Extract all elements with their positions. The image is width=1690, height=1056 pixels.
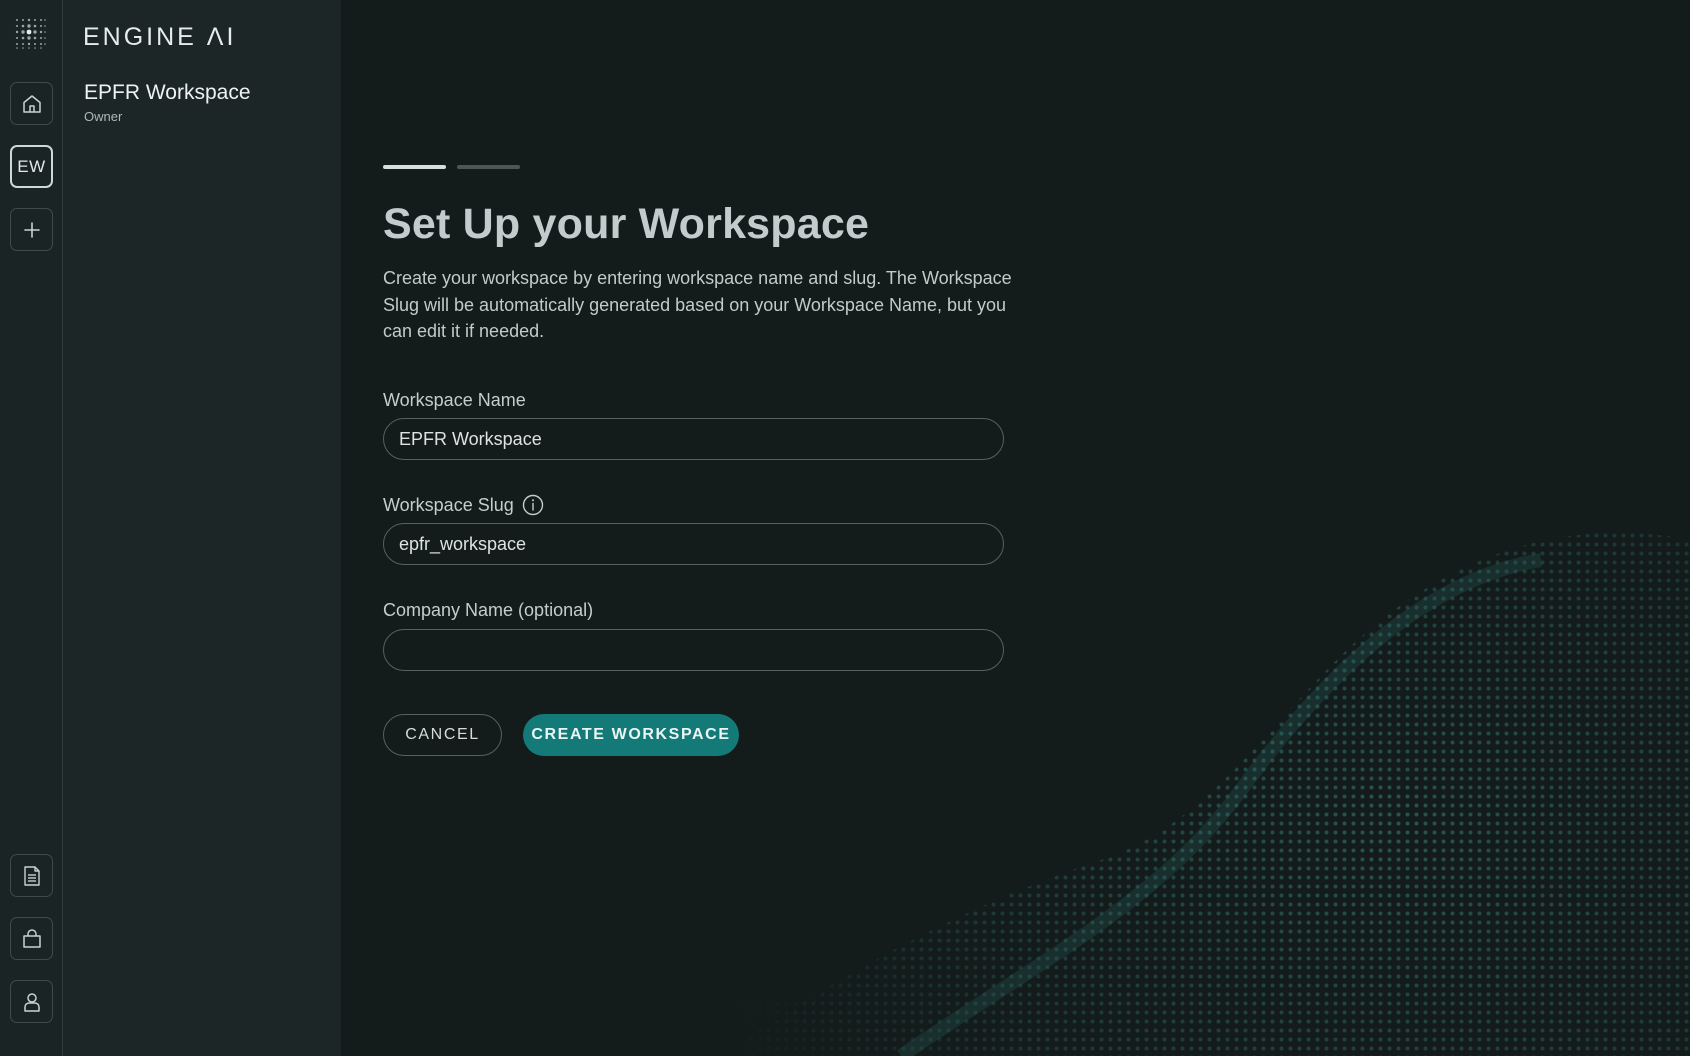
info-icon[interactable] — [522, 494, 544, 516]
page-description: Create your workspace by entering worksp… — [383, 268, 1012, 341]
step-progress — [383, 165, 520, 169]
add-workspace-button[interactable] — [10, 208, 53, 251]
workspace-slug-label: Workspace Slug — [383, 494, 544, 516]
workspace-name-label: Workspace Name — [383, 390, 526, 410]
cancel-button[interactable]: CANCEL — [383, 714, 502, 756]
app-grid-logo-icon[interactable] — [14, 17, 48, 51]
step-2-indicator — [457, 165, 520, 169]
workspace-panel: ENGINE ΛI EPFR Workspace Owner — [63, 0, 341, 1056]
document-icon — [22, 865, 42, 887]
company-name-input[interactable] — [383, 629, 1004, 671]
user-icon — [21, 991, 43, 1013]
plus-icon — [22, 220, 42, 240]
create-workspace-button[interactable]: CREATE WORKSPACE — [523, 714, 739, 756]
workspace-switcher-button[interactable]: EW — [10, 145, 53, 188]
home-icon — [21, 93, 43, 115]
page-title: Set Up your Workspace — [383, 200, 870, 248]
workspace-slug-input[interactable] — [383, 523, 1004, 565]
workspace-name[interactable]: EPFR Workspace — [84, 81, 251, 105]
step-1-indicator — [383, 165, 446, 169]
main-content: Set Up your Workspace Create your worksp… — [341, 0, 1690, 1056]
marketplace-button[interactable] — [10, 917, 53, 960]
shopping-bag-icon — [21, 928, 43, 950]
documents-button[interactable] — [10, 854, 53, 897]
home-button[interactable] — [10, 82, 53, 125]
profile-button[interactable] — [10, 980, 53, 1023]
company-name-label: Company Name (optional) — [383, 600, 594, 620]
brand-logo: ENGINE ΛI — [83, 23, 237, 51]
workspace-name-input[interactable] — [383, 418, 1004, 460]
icon-rail: EW — [0, 0, 63, 1056]
workspace-role: Owner — [84, 109, 123, 124]
workspace-initials: EW — [17, 156, 46, 176]
